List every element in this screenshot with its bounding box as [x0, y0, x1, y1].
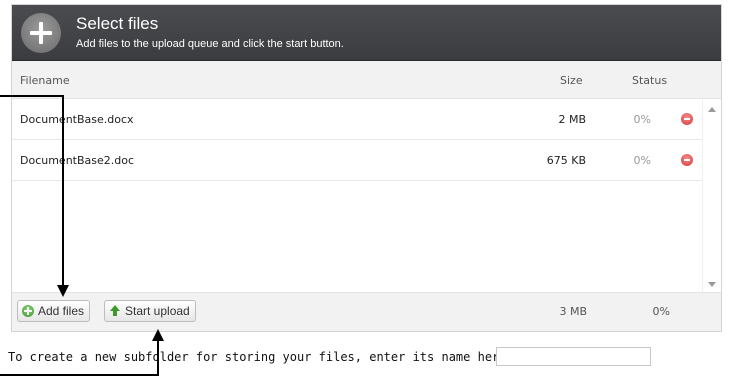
- start-upload-label: Start upload: [125, 304, 190, 318]
- add-icon: [22, 305, 34, 317]
- total-size: 3 MB: [559, 305, 587, 318]
- scroll-up-arrow-icon[interactable]: [708, 107, 716, 112]
- remove-file-icon[interactable]: [681, 113, 693, 125]
- file-status: 0%: [633, 154, 651, 167]
- status-column-header: Status: [632, 74, 668, 87]
- subfolder-prompt: To create a new subfolder for storing yo…: [8, 350, 514, 364]
- start-upload-button[interactable]: Start upload: [104, 300, 196, 322]
- file-status: 0%: [633, 113, 651, 126]
- header-title: Select files: [76, 14, 159, 33]
- file-size: 2 MB: [558, 113, 586, 126]
- upload-arrow-icon: [109, 305, 121, 317]
- file-list-scrollbar[interactable]: [702, 99, 721, 295]
- header-subtitle: Add files to the upload queue and click …: [76, 38, 344, 50]
- size-column-header: Size: [560, 74, 583, 87]
- file-uploader: Select files Add files to the upload que…: [11, 4, 722, 332]
- arrowhead-down-icon: [57, 285, 69, 297]
- column-header: Filename Size Status: [12, 61, 721, 99]
- annotation-line: [62, 95, 64, 286]
- uploader-header: Select files Add files to the upload que…: [12, 5, 721, 61]
- uploader-footer: Add files Start upload 3 MB 0%: [12, 292, 721, 331]
- scroll-down-arrow-icon[interactable]: [708, 282, 716, 287]
- arrowhead-up-icon: [152, 329, 164, 341]
- total-percent: 0%: [652, 305, 670, 318]
- remove-file-icon[interactable]: [681, 154, 693, 166]
- add-files-label: Add files: [38, 304, 85, 318]
- file-row: DocumentBase2.doc 675 KB 0%: [12, 140, 703, 181]
- file-name: DocumentBase.docx: [20, 113, 134, 126]
- subfolder-name-input[interactable]: [496, 347, 651, 366]
- filename-column-header: Filename: [20, 74, 70, 87]
- file-size: 675 KB: [546, 154, 586, 167]
- file-list: DocumentBase.docx 2 MB 0% DocumentBase2.…: [12, 99, 721, 295]
- annotation-line: [0, 95, 64, 97]
- file-name: DocumentBase2.doc: [20, 154, 135, 167]
- plus-icon: [21, 13, 61, 53]
- file-row: DocumentBase.docx 2 MB 0%: [12, 99, 703, 140]
- add-files-button[interactable]: Add files: [17, 300, 91, 322]
- annotation-line: [157, 340, 159, 376]
